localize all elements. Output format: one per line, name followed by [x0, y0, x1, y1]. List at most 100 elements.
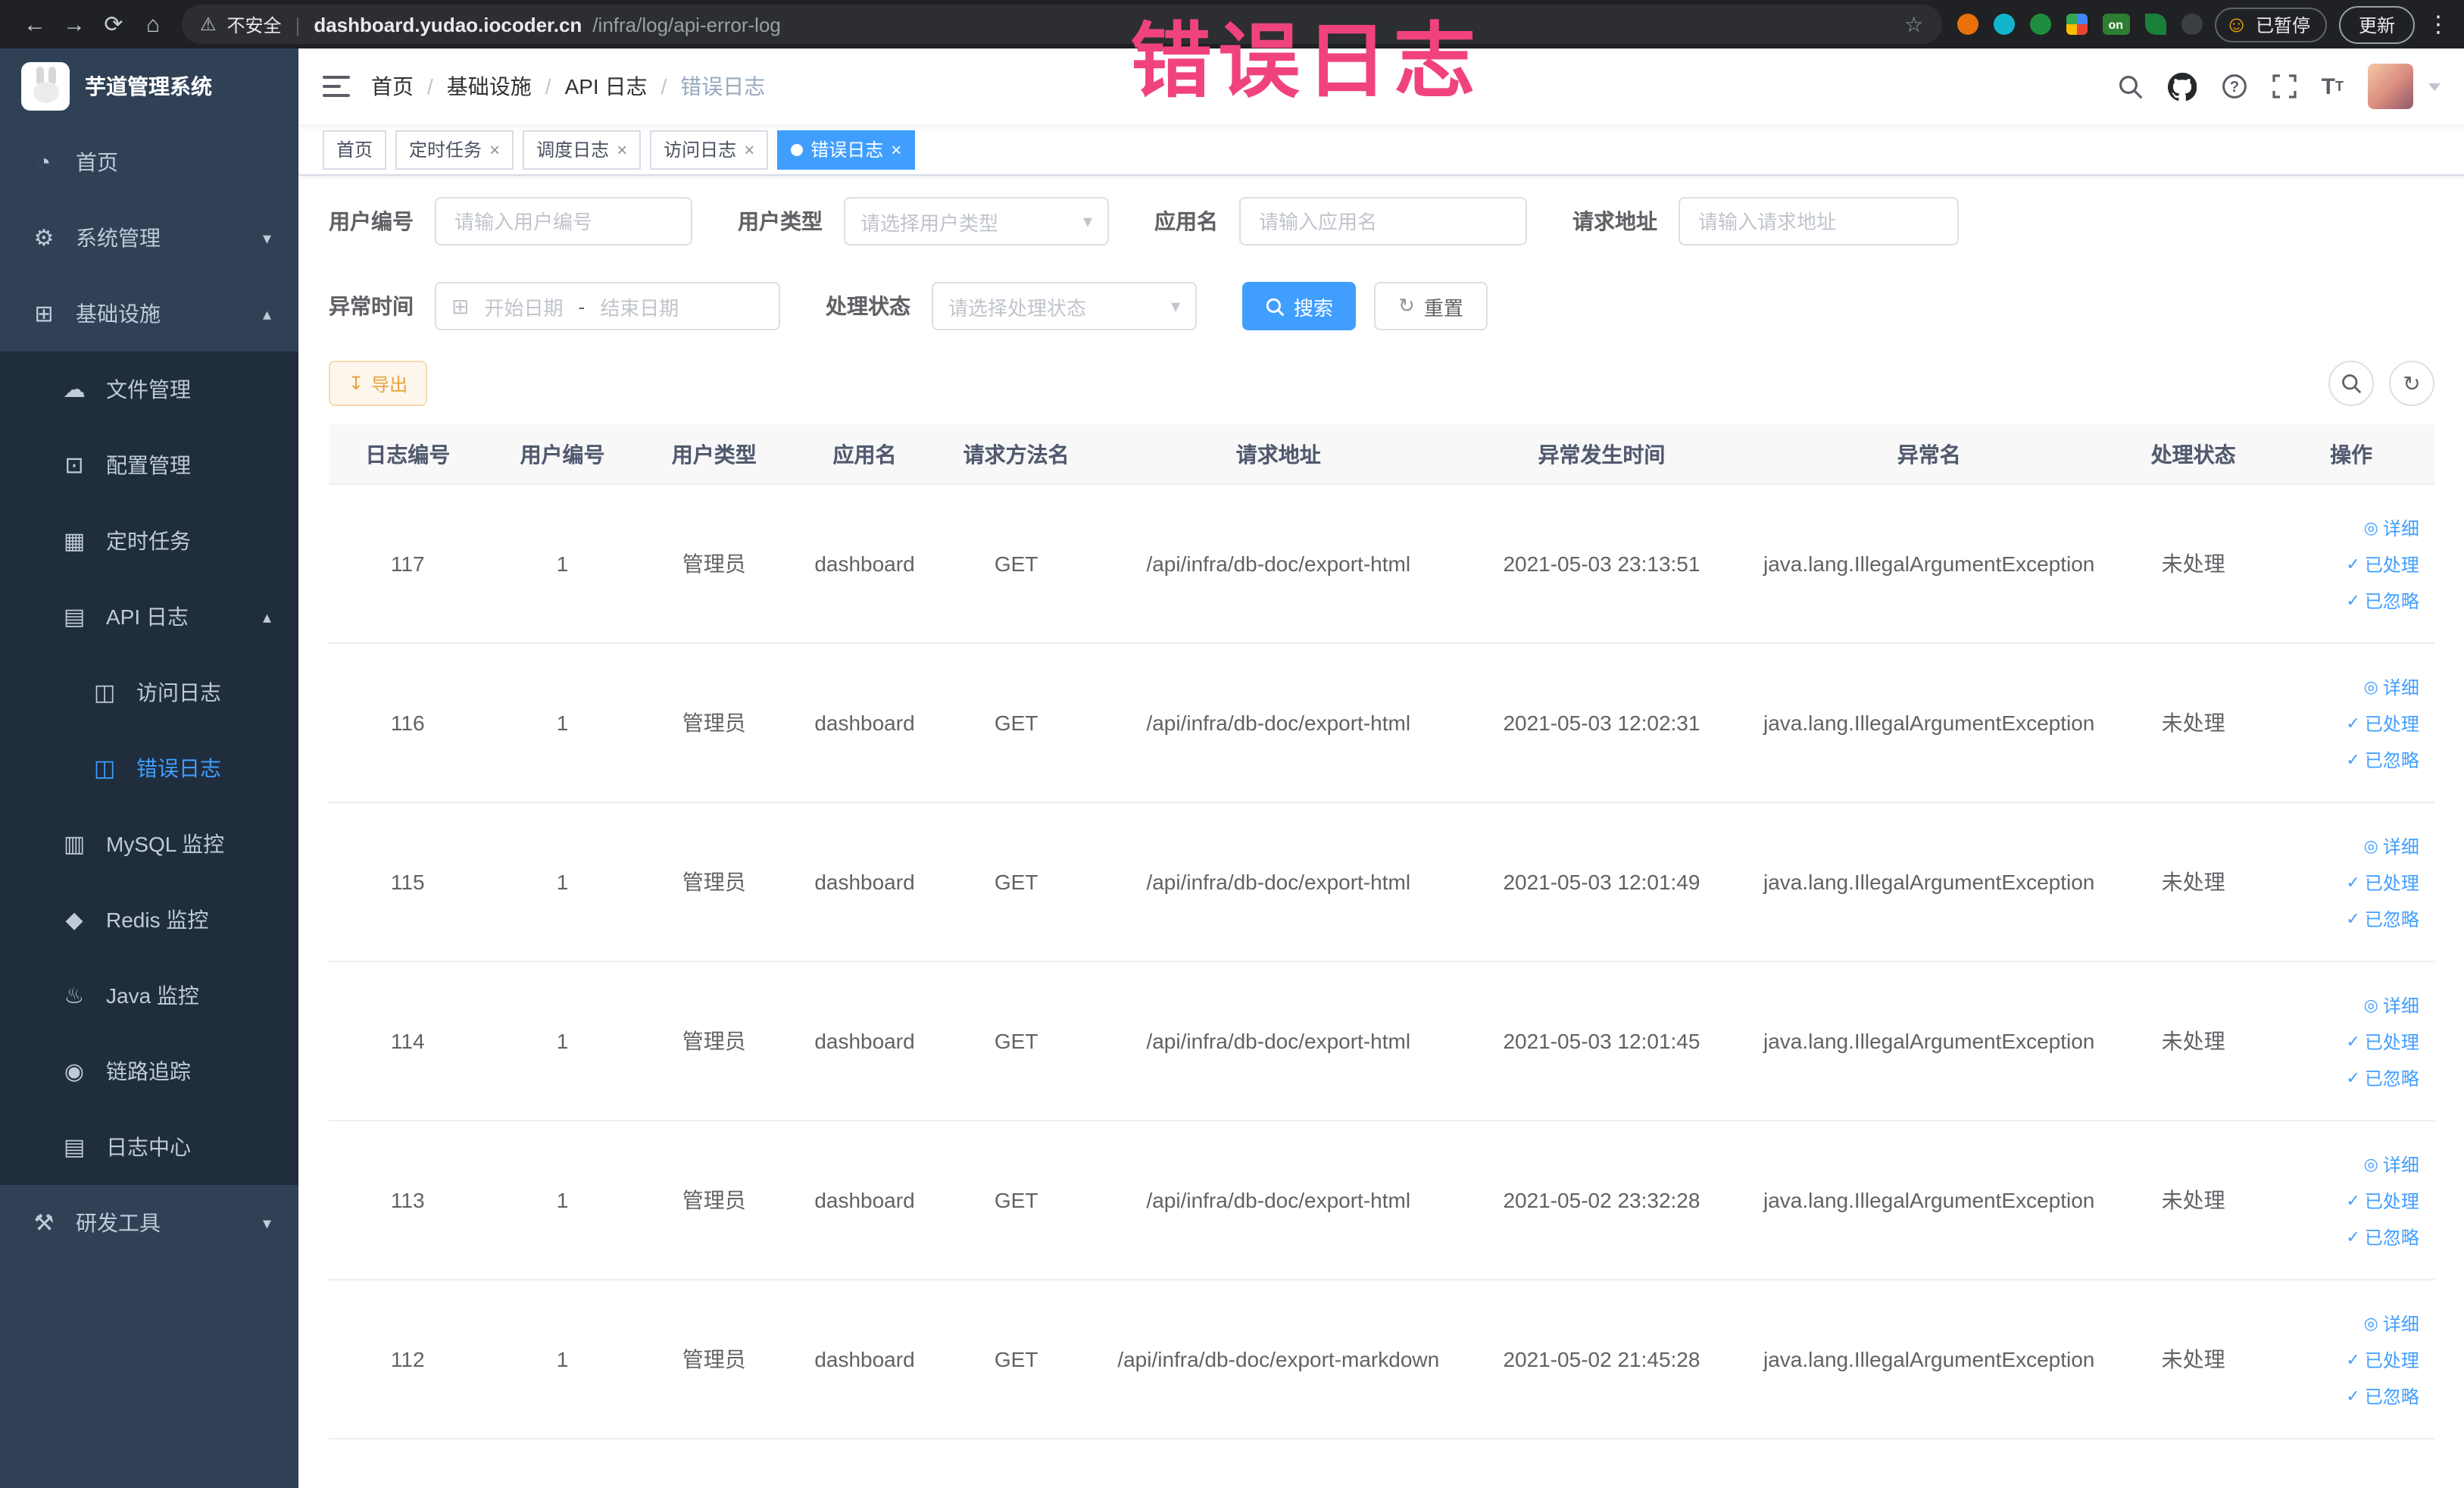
detail-link[interactable]: ◎ 详细 — [2364, 674, 2419, 699]
extension-icon-on-badge[interactable]: on — [2102, 14, 2130, 35]
ignored-link[interactable]: ✓ 已忽略 — [2346, 746, 2419, 772]
refresh-table-button[interactable]: ↻ — [2389, 361, 2434, 406]
top-navbar: 首页 / 基础设施 / API 日志 / 错误日志 ? T T — [298, 48, 2464, 124]
user-avatar[interactable] — [2368, 64, 2413, 109]
close-icon[interactable]: × — [891, 139, 901, 160]
sidebar-item-mysql-monitor[interactable]: ▥ MySQL 监控 — [0, 806, 298, 882]
search-icon[interactable] — [2119, 73, 2144, 99]
breadcrumb-item-home[interactable]: 首页 — [371, 71, 414, 102]
caret-down-icon[interactable] — [2428, 83, 2441, 90]
fullscreen-icon[interactable] — [2273, 74, 2297, 98]
check-icon: ✓ — [2346, 555, 2360, 574]
profile-avatar-icon: ☺ — [2225, 11, 2248, 37]
url-divider: | — [295, 13, 301, 36]
api-log-icon: ▤ — [63, 605, 86, 630]
font-size-icon[interactable]: TT — [2322, 75, 2344, 98]
sidebar-item-label: 定时任务 — [106, 529, 191, 553]
exception-time-range-picker[interactable]: ⊞ 开始日期 - 结束日期 — [435, 282, 780, 330]
ignored-link[interactable]: ✓ 已忽略 — [2346, 905, 2419, 931]
sidebar-item-java-monitor[interactable]: ♨ Java 监控 — [0, 958, 298, 1033]
close-icon[interactable]: × — [744, 139, 754, 160]
detail-link[interactable]: ◎ 详细 — [2364, 1310, 2419, 1336]
ignored-link[interactable]: ✓ 已忽略 — [2346, 1224, 2419, 1249]
tab-scheduled-jobs[interactable]: 定时任务 × — [395, 130, 514, 169]
bookmark-star-icon[interactable]: ☆ — [1904, 11, 1923, 37]
detail-link[interactable]: ◎ 详细 — [2364, 992, 2419, 1018]
breadcrumb-item-infrastructure[interactable]: 基础设施 — [447, 71, 532, 102]
toggle-search-button[interactable] — [2328, 361, 2374, 406]
tags-view: 首页 定时任务 × 调度日志 × 访问日志 × 错误日志 × — [298, 124, 2464, 176]
close-icon[interactable]: × — [489, 139, 500, 160]
table-row: 115 1 管理员 dashboard GET /api/infra/db-do… — [329, 803, 2434, 962]
eye-icon: ◎ — [2363, 678, 2378, 696]
processed-link[interactable]: ✓ 已处理 — [2346, 1028, 2419, 1054]
sidebar-item-config-management[interactable]: ⊡ 配置管理 — [0, 427, 298, 503]
sidebar-item-redis-monitor[interactable]: ◆ Redis 监控 — [0, 882, 298, 958]
tab-home[interactable]: 首页 — [323, 130, 387, 169]
breadcrumb-item-api-log[interactable]: API 日志 — [565, 71, 648, 102]
sidebar-item-api-log[interactable]: ▤ API 日志 ▴ — [0, 579, 298, 655]
browser-back-icon[interactable]: ← — [15, 5, 55, 44]
user-id-input[interactable] — [435, 197, 692, 245]
processed-link[interactable]: ✓ 已处理 — [2346, 710, 2419, 736]
processed-link[interactable]: ✓ 已处理 — [2346, 1187, 2419, 1213]
sidebar-item-scheduled-jobs[interactable]: ▦ 定时任务 — [0, 503, 298, 579]
close-icon[interactable]: × — [617, 139, 627, 160]
browser-home-icon[interactable]: ⌂ — [133, 5, 173, 44]
sidebar-item-access-log[interactable]: ◫ 访问日志 — [0, 655, 298, 730]
extension-icon-teal[interactable] — [1993, 14, 2015, 35]
sidebar-item-label: 链路追踪 — [106, 1059, 191, 1083]
sidebar-item-file-management[interactable]: ☁ 文件管理 — [0, 352, 298, 427]
detail-link[interactable]: ◎ 详细 — [2364, 1151, 2419, 1177]
sidebar-item-infrastructure[interactable]: ⊞ 基础设施 ▴ — [0, 276, 298, 352]
tab-access-log[interactable]: 访问日志 × — [650, 130, 769, 169]
process-status-select[interactable]: 请选择处理状态 ▾ — [932, 282, 1197, 330]
ignored-link[interactable]: ✓ 已忽略 — [2346, 1064, 2419, 1090]
detail-link[interactable]: ◎ 详细 — [2364, 514, 2419, 540]
tab-dispatch-log[interactable]: 调度日志 × — [523, 130, 642, 169]
processed-link[interactable]: ✓ 已处理 — [2346, 551, 2419, 577]
request-url-input[interactable] — [1679, 197, 1959, 245]
error-log-icon: ◫ — [93, 756, 116, 782]
extension-icon-grid[interactable] — [2066, 14, 2088, 35]
processed-link[interactable]: ✓ 已处理 — [2346, 869, 2419, 895]
sidebar-item-label: 日志中心 — [106, 1135, 191, 1159]
profile-paused-chip[interactable]: ☺ 已暂停 — [2214, 7, 2327, 42]
browser-refresh-icon[interactable]: ⟳ — [94, 5, 133, 44]
sidebar-item-label: Redis 监控 — [106, 908, 209, 932]
github-icon[interactable] — [2168, 72, 2197, 101]
extension-icon-dark[interactable] — [2181, 14, 2203, 35]
processed-link[interactable]: ✓ 已处理 — [2346, 1346, 2419, 1372]
sidebar-item-dev-tools[interactable]: ⚒ 研发工具 ▾ — [0, 1185, 298, 1261]
check-icon: ✓ — [2346, 1387, 2360, 1405]
infrastructure-icon: ⊞ — [34, 302, 54, 327]
extension-icon-leaf[interactable] — [2144, 14, 2166, 35]
browser-menu-icon[interactable]: ⋮ — [2427, 11, 2450, 38]
calendar-icon: ⊞ — [451, 293, 470, 317]
tab-error-log[interactable]: 错误日志 × — [777, 130, 916, 169]
sidebar-toggle-icon[interactable] — [323, 74, 350, 98]
sidebar-item-log-center[interactable]: ▤ 日志中心 — [0, 1109, 298, 1185]
export-button[interactable]: ↧ 导出 — [329, 361, 428, 406]
help-icon[interactable]: ? — [2222, 73, 2249, 100]
extension-icon-orange[interactable] — [1957, 14, 1978, 35]
mysql-icon: ▥ — [63, 832, 86, 858]
app-name-input[interactable] — [1239, 197, 1527, 245]
browser-forward-icon[interactable]: → — [55, 5, 94, 44]
app-logo[interactable]: 芋道管理系统 — [0, 48, 298, 124]
extension-icon-green[interactable] — [2029, 14, 2051, 35]
address-bar[interactable]: ⚠ 不安全 | dashboard.yudao.iocoder.cn/infra… — [182, 5, 1942, 44]
process-status-label: 处理状态 — [826, 294, 910, 318]
detail-link[interactable]: ◎ 详细 — [2364, 833, 2419, 858]
sidebar-item-system-management[interactable]: ⚙ 系统管理 ▾ — [0, 200, 298, 276]
user-type-select[interactable]: 请选择用户类型 ▾ — [844, 197, 1109, 245]
reset-button[interactable]: ↻ 重置 — [1374, 282, 1488, 330]
browser-update-button[interactable]: 更新 — [2338, 5, 2415, 43]
search-button[interactable]: 搜索 — [1242, 282, 1357, 330]
app-name-label: 应用名 — [1154, 209, 1218, 233]
ignored-link[interactable]: ✓ 已忽略 — [2346, 587, 2419, 613]
sidebar-item-home[interactable]: ◔ 首页 — [0, 124, 298, 200]
ignored-link[interactable]: ✓ 已忽略 — [2346, 1383, 2419, 1408]
sidebar-item-link-tracing[interactable]: ◉ 链路追踪 — [0, 1033, 298, 1109]
sidebar-item-error-log[interactable]: ◫ 错误日志 — [0, 730, 298, 806]
